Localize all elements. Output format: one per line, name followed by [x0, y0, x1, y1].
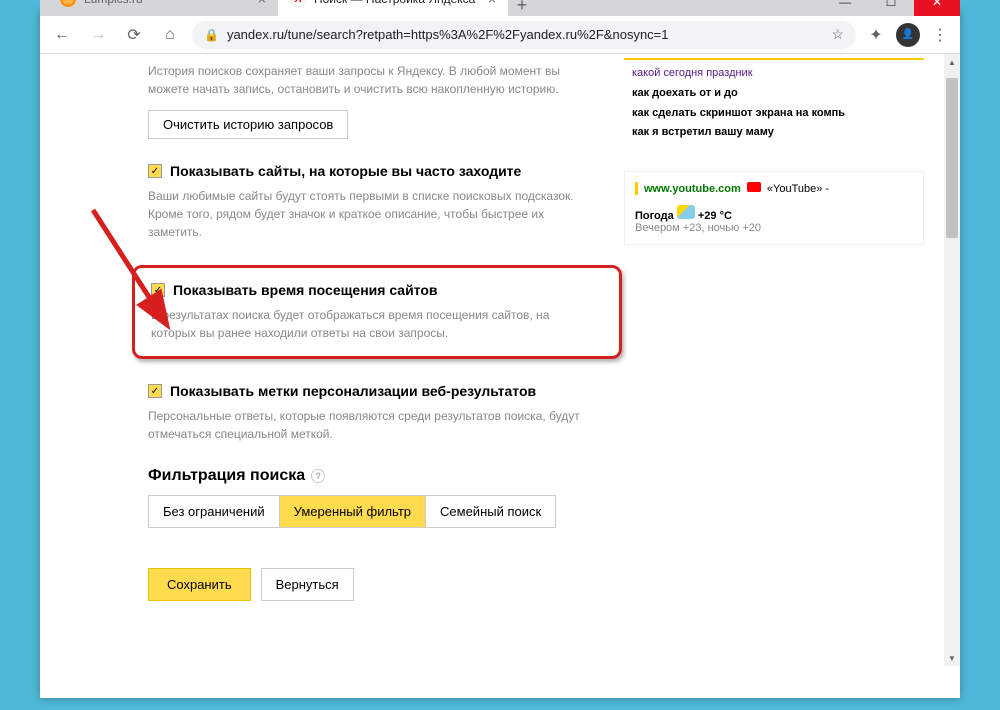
close-icon[interactable]: ×	[488, 0, 496, 7]
weather-temp: +29 °C	[698, 210, 732, 222]
checkbox-personalization[interactable]: ✓	[148, 384, 162, 398]
browser-window: Lumpics.ru × Я Поиск — Настройка Яндекса…	[40, 12, 960, 698]
suggestions-preview: какой сегодня праздник как доехать от и …	[624, 58, 924, 151]
filter-option-none[interactable]: Без ограничений	[149, 496, 280, 527]
suggestion-item: как доехать от и до	[632, 84, 916, 104]
reload-button[interactable]: ⟳	[120, 21, 148, 49]
address-bar: ← → ⟳ ⌂ 🔒 yandex.ru/tune/search?retpath=…	[40, 16, 960, 54]
home-button[interactable]: ⌂	[156, 21, 184, 49]
scroll-up-icon[interactable]: ▲	[944, 54, 960, 70]
extensions-icon[interactable]: ✦	[864, 23, 888, 47]
filter-option-family[interactable]: Семейный поиск	[426, 496, 555, 527]
tab-title: Поиск — Настройка Яндекса	[314, 0, 475, 6]
youtube-icon	[747, 182, 761, 192]
suggestion-item: какой сегодня праздник	[632, 64, 916, 84]
profile-avatar[interactable]: 👤	[896, 23, 920, 47]
option-description: Ваши любимые сайты будут стоять первыми …	[148, 187, 588, 241]
filter-section: Фильтрация поиска ? Без ограничений Умер…	[148, 467, 940, 528]
filter-title: Фильтрация поиска	[148, 467, 305, 485]
scrollbar[interactable]: ▲ ▼	[944, 54, 960, 666]
option-visit-time-highlighted: ✓ Показывать время посещения сайтов В ре…	[132, 265, 622, 359]
bookmark-star-icon[interactable]: ☆	[831, 26, 844, 43]
menu-icon[interactable]: ⋮	[928, 23, 952, 47]
action-buttons: Сохранить Вернуться	[148, 568, 940, 601]
suggestion-item: как сделать скриншот экрана на компь	[632, 104, 916, 124]
back-button[interactable]: ←	[48, 21, 76, 49]
weather-icon	[677, 205, 695, 219]
omnibox[interactable]: 🔒 yandex.ru/tune/search?retpath=https%3A…	[192, 21, 856, 49]
favicon-lumpics	[60, 0, 76, 7]
sidebar-preview: какой сегодня праздник как доехать от и …	[624, 58, 924, 245]
option-label: Показывать сайты, на которые вы часто за…	[170, 163, 521, 179]
maximize-button[interactable]: ☐	[868, 0, 914, 16]
scroll-down-icon[interactable]: ▼	[944, 650, 960, 666]
scroll-thumb[interactable]	[946, 78, 958, 238]
filter-option-moderate[interactable]: Умеренный фильтр	[280, 496, 426, 527]
suggestion-item: как я встретил вашу маму	[632, 123, 916, 143]
tab-lumpics[interactable]: Lumpics.ru ×	[48, 0, 278, 16]
weather-label: Погода	[635, 210, 674, 222]
help-icon[interactable]: ?	[311, 469, 325, 483]
tab-title: Lumpics.ru	[84, 0, 143, 6]
url-text: yandex.ru/tune/search?retpath=https%3A%2…	[227, 27, 669, 42]
cancel-button[interactable]: Вернуться	[261, 568, 354, 601]
lock-icon: 🔒	[204, 28, 219, 42]
option-description: В результатах поиска будет отображаться …	[151, 306, 591, 342]
checkbox-frequent-sites[interactable]: ✓	[148, 164, 162, 178]
close-window-button[interactable]: ✕	[914, 0, 960, 16]
page-viewport: История поисков сохраняет ваши запросы к…	[40, 54, 960, 666]
option-description: Персональные ответы, которые появляются …	[148, 407, 588, 443]
minimize-button[interactable]: —	[822, 0, 868, 16]
history-description: История поисков сохраняет ваши запросы к…	[148, 62, 588, 98]
forward-button[interactable]: →	[84, 21, 112, 49]
save-button[interactable]: Сохранить	[148, 568, 251, 601]
new-tab-button[interactable]: +	[508, 0, 536, 16]
clear-history-button[interactable]: Очистить историю запросов	[148, 110, 348, 139]
option-label: Показывать время посещения сайтов	[173, 282, 438, 298]
option-personalization-marks: ✓ Показывать метки персонализации веб-ре…	[148, 383, 940, 443]
weather-forecast: Вечером +23, ночью +20	[635, 222, 913, 234]
tab-strip: Lumpics.ru × Я Поиск — Настройка Яндекса…	[40, 0, 960, 16]
tab-yandex-settings[interactable]: Я Поиск — Настройка Яндекса ×	[278, 0, 508, 16]
checkbox-visit-time[interactable]: ✓	[151, 283, 165, 297]
preview-name: «YouTube» -	[767, 183, 829, 195]
option-label: Показывать метки персонализации веб-резу…	[170, 383, 536, 399]
favicon-yandex: Я	[290, 0, 306, 7]
close-icon[interactable]: ×	[258, 0, 266, 7]
favorites-preview: www.youtube.com «YouTube» - Погода +29 °…	[624, 171, 924, 245]
preview-url: www.youtube.com	[644, 183, 741, 195]
filter-radio-group: Без ограничений Умеренный фильтр Семейны…	[148, 495, 556, 528]
